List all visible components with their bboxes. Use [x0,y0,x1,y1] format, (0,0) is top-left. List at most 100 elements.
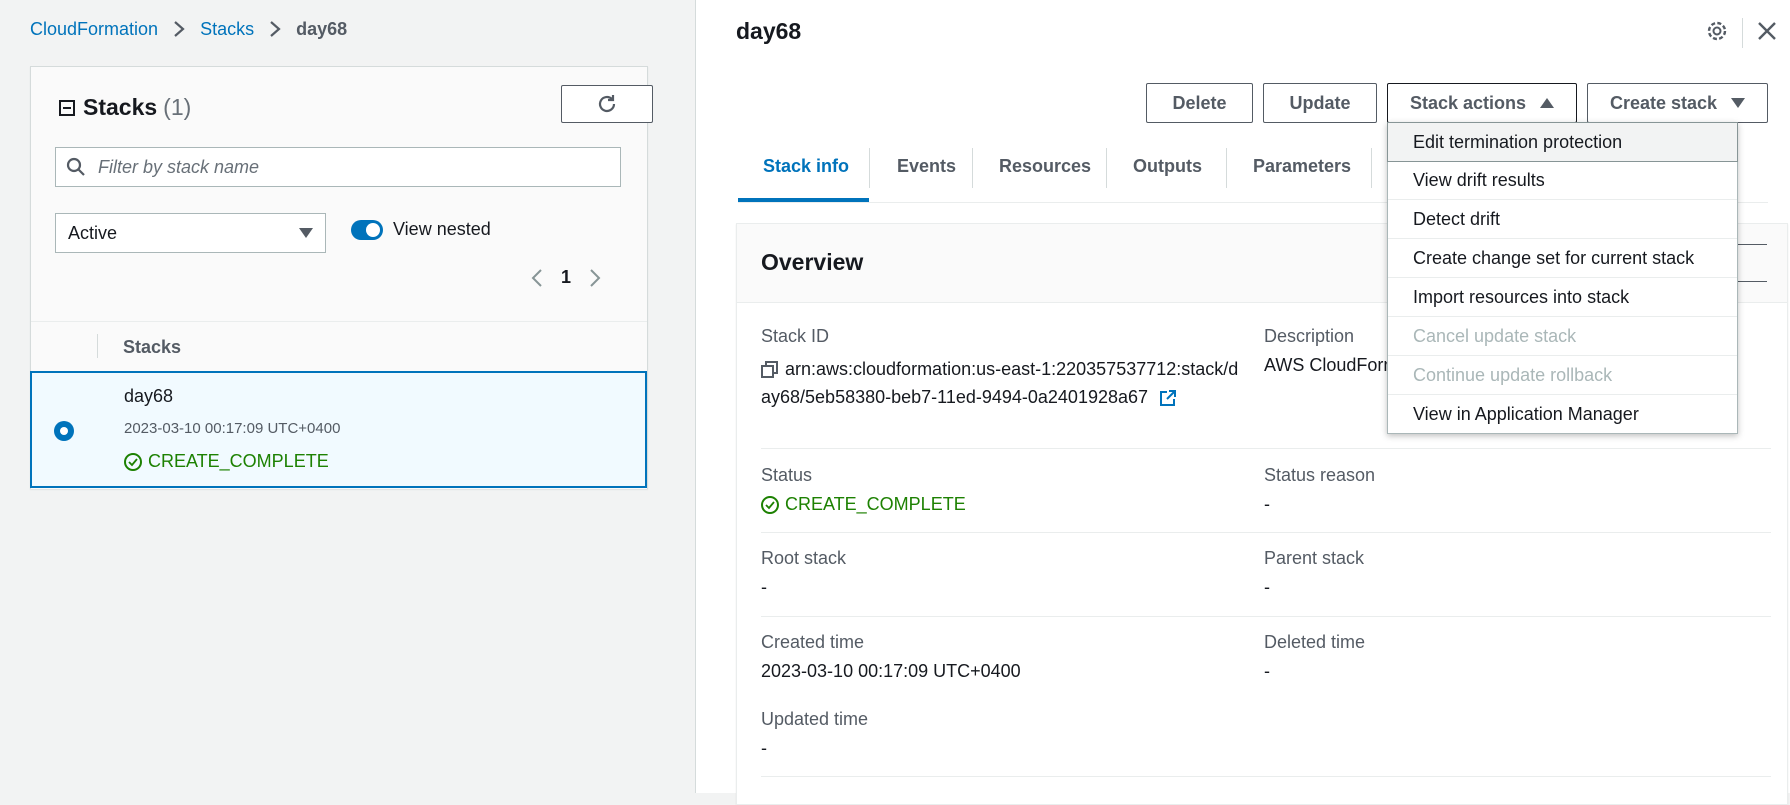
row-separator [761,616,1771,617]
panel-header: Stacks (1) [59,94,191,121]
header-divider [1742,18,1743,48]
row-separator [761,532,1771,533]
created-time-label: Created time [761,632,865,652]
breadcrumb-stacks[interactable]: Stacks [200,19,254,40]
close-icon[interactable] [1756,20,1778,47]
collapse-icon[interactable] [59,99,75,116]
stack-actions-label: Stack actions [1409,92,1527,113]
row-separator [761,776,1771,777]
root-stack-field: Root stack - [761,548,846,598]
create-stack-button[interactable]: Create stack [1587,83,1768,123]
column-divider [97,334,98,358]
status-filter-value: Active [68,222,118,243]
menu-item-cancel-update-stack: Cancel update stack [1388,317,1737,356]
stack-actions-menu: Edit termination protection View drift r… [1387,122,1738,434]
stack-created-time: 2023-03-10 00:17:09 UTC+0400 [124,420,341,437]
chevron-right-icon [262,18,288,40]
chevron-right-icon[interactable] [589,268,601,288]
created-time-value: 2023-03-10 00:17:09 UTC+0400 [761,661,1021,681]
description-label: Description [1264,326,1355,346]
menu-item-view-in-application-manager[interactable]: View in Application Manager [1388,395,1737,433]
stack-id-field: Stack ID arn:aws:cloudformation:us-east-… [761,326,1241,411]
tab-events[interactable]: Events [897,156,956,177]
table-row[interactable]: day68 2023-03-10 00:17:09 UTC+0400 CREAT… [30,371,647,488]
copy-icon[interactable] [761,361,779,379]
tab-stack-info[interactable]: Stack info [763,156,849,177]
status-badge: CREATE_COMPLETE [761,494,966,515]
status-reason-label: Status reason [1264,465,1376,485]
check-circle-icon [761,495,779,514]
description-value: AWS CloudForm [1264,355,1399,375]
update-button[interactable]: Update [1263,83,1377,123]
deleted-time-value: - [1264,661,1270,681]
refresh-button[interactable] [561,85,653,123]
stacks-list-pane: CloudFormation Stacks day68 Stacks (1) A… [0,0,696,793]
stack-name: day68 [124,386,174,406]
menu-item-create-change-set[interactable]: Create change set for current stack [1388,239,1737,278]
parent-stack-label: Parent stack [1264,548,1365,568]
stack-id-value: arn:aws:cloudformation:us-east-1:2203575… [761,355,1241,411]
row-radio-selected[interactable] [54,421,74,441]
stack-actions-button[interactable]: Stack actions [1387,83,1577,123]
tab-divider [1106,148,1107,188]
stack-id-label: Stack ID [761,326,830,346]
menu-item-edit-termination-protection[interactable]: Edit termination protection [1387,122,1738,162]
search-field[interactable] [55,147,621,187]
search-icon [56,157,96,177]
toggle-label: View nested [393,219,491,239]
delete-button[interactable]: Delete [1146,83,1253,123]
chevron-right-icon [166,18,192,40]
refresh-icon [598,95,616,113]
check-circle-icon [124,452,142,471]
chevron-left-icon[interactable] [531,268,543,288]
parent-stack-field: Parent stack - [1264,548,1364,598]
stack-count: (1) [163,94,192,120]
status-value: CREATE_COMPLETE [785,494,966,514]
status-text: CREATE_COMPLETE [148,451,329,471]
menu-item-detect-drift[interactable]: Detect drift [1388,200,1737,239]
view-nested-toggle[interactable]: View nested [351,219,491,240]
updated-time-label: Updated time [761,709,869,729]
tab-resources[interactable]: Resources [999,156,1091,177]
description-field: Description AWS CloudForm [1264,326,1398,376]
tab-divider [972,148,973,188]
external-link-icon[interactable] [1159,389,1177,407]
page-number[interactable]: 1 [561,267,571,288]
pagination: 1 [531,267,601,288]
status-badge: CREATE_COMPLETE [124,451,329,472]
tab-outputs[interactable]: Outputs [1133,156,1202,177]
caret-down-icon [1731,98,1746,108]
create-stack-label: Create stack [1609,92,1718,113]
breadcrumb: CloudFormation Stacks day68 [30,18,347,40]
column-header-stacks[interactable]: Stacks [123,337,181,358]
tab-divider [1226,148,1227,188]
search-input[interactable] [96,155,600,179]
parent-stack-value: - [1264,577,1270,597]
table-header: Stacks [31,321,647,372]
root-stack-value: - [761,577,767,597]
page-title: day68 [736,18,802,44]
status-reason-value: - [1264,494,1270,514]
row-separator [761,448,1771,449]
updated-time-field: Updated time - [761,709,868,759]
tab-parameters[interactable]: Parameters [1253,156,1351,177]
tab-divider [869,148,870,188]
menu-item-import-resources[interactable]: Import resources into stack [1388,278,1737,317]
status-reason-field: Status reason - [1264,465,1375,515]
deleted-time-field: Deleted time - [1264,632,1365,682]
status-filter-select[interactable]: Active [55,213,326,253]
status-label: Status [761,465,813,485]
toggle-switch[interactable] [351,219,383,240]
status-field: Status CREATE_COMPLETE [761,465,966,515]
created-time-field: Created time 2023-03-10 00:17:09 UTC+040… [761,632,1021,682]
root-stack-label: Root stack [761,548,847,568]
caret-down-icon [299,228,313,238]
active-tab-indicator [738,198,869,202]
tab-divider [1371,148,1372,188]
breadcrumb-cloudformation[interactable]: CloudFormation [30,19,158,40]
breadcrumb-current: day68 [296,18,348,39]
gear-icon[interactable] [1706,20,1728,47]
caret-up-icon [1540,98,1555,108]
menu-item-continue-update-rollback: Continue update rollback [1388,356,1737,395]
menu-item-view-drift-results[interactable]: View drift results [1388,161,1737,200]
